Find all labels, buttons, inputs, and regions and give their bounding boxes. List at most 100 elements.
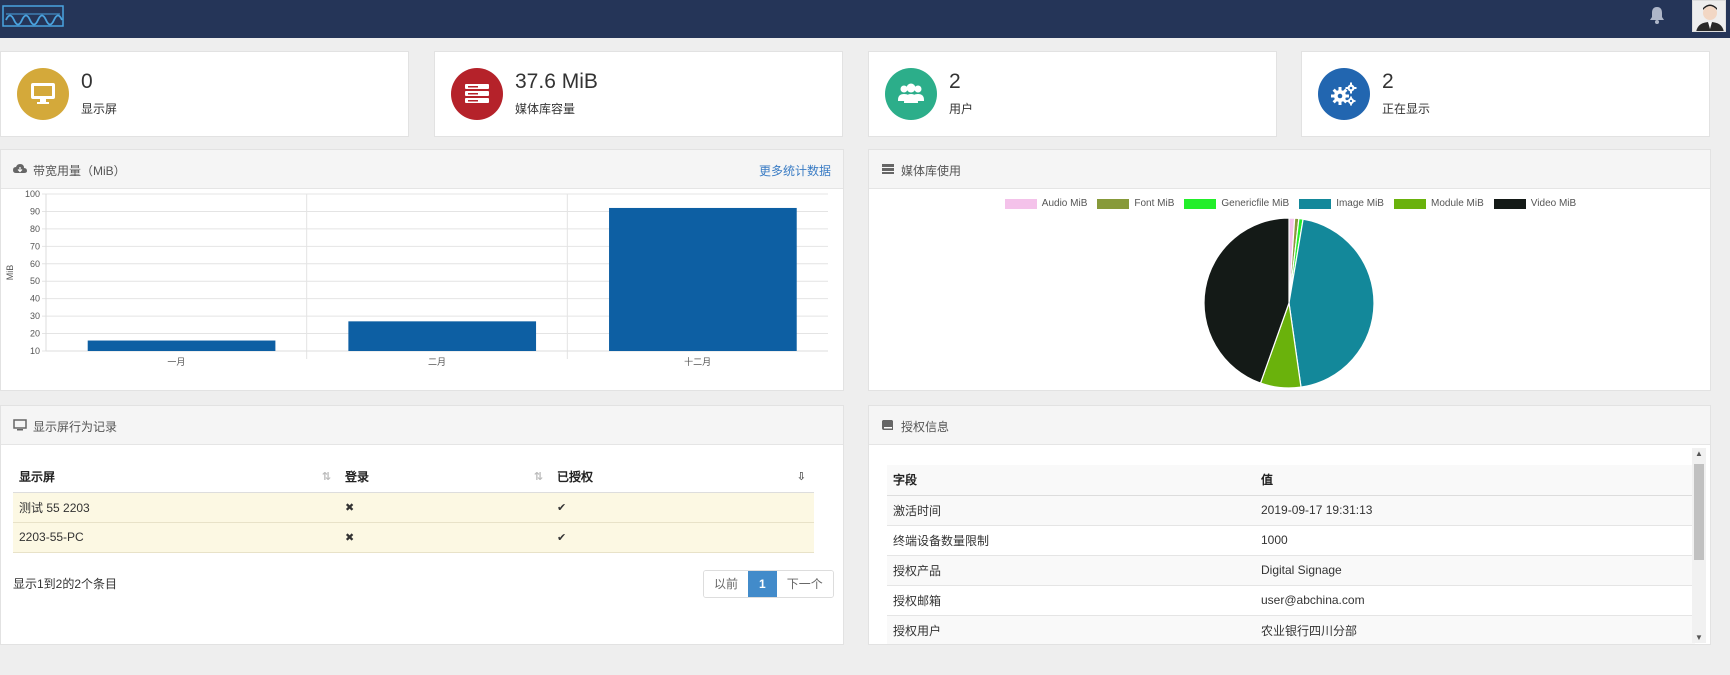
page-1-button[interactable]: 1 <box>748 571 777 597</box>
next-page-button[interactable]: 下一个 <box>776 571 833 597</box>
pagination: 以前 1 下一个 <box>703 570 834 598</box>
legend-item[interactable]: Module MiB <box>1393 198 1484 209</box>
bandwidth-bar-chart: 10 20 30 40 50 60 70 80 90 100 一月 二月 十二月 MiB <box>5 190 828 367</box>
legend-item[interactable]: Font MiB <box>1097 198 1174 209</box>
column-header: 值 <box>1261 473 1274 488</box>
value-cell: 2019-09-17 19:31:13 <box>1261 503 1373 517</box>
bar <box>348 321 537 351</box>
scroll-down-icon[interactable]: ▼ <box>1695 633 1703 642</box>
column-header[interactable]: 显示屏 ⇅ <box>13 462 339 492</box>
value-cell: 农业银行四川分部 <box>1261 623 1358 638</box>
table-header-row: 显示屏 ⇅ 登录 ⇅ 已授权 ⇩ <box>13 462 814 492</box>
legend-item[interactable]: Video MiB <box>1493 198 1577 209</box>
pie-slice <box>1288 218 1375 388</box>
legend-label: Module MiB <box>1430 198 1484 209</box>
bandwidth-panel: 带宽用量（MiB） 更多统计数据 10 20 30 40 50 60 70 80 90 100 一月… <box>0 149 844 391</box>
sort-icon[interactable]: ⇅ <box>534 470 543 483</box>
stat-card-media-size[interactable]: 37.6 MiB 媒体库容量 <box>434 51 843 137</box>
panel-title: 媒体库使用 <box>901 164 962 178</box>
panel-title: 授权信息 <box>901 420 950 434</box>
table-row[interactable]: 测试 55 2203 ✖ ✔ <box>13 492 814 522</box>
gears-icon <box>1331 82 1357 106</box>
bar <box>87 340 276 351</box>
stat-icon-circle <box>451 68 503 120</box>
more-stats-link[interactable]: 更多统计数据 <box>759 162 831 179</box>
license-scrollbar[interactable]: ▲ ▼ <box>1692 448 1706 643</box>
y-tick-label: 20 <box>30 329 40 339</box>
logged-in-cell: ✖ <box>345 531 355 544</box>
sort-icon[interactable]: ⇅ <box>322 470 331 483</box>
y-tick-label: 30 <box>30 311 40 321</box>
field-cell: 授权邮箱 <box>893 593 942 608</box>
bell-icon[interactable] <box>1648 5 1666 25</box>
legend-item[interactable]: Genericfile MiB <box>1184 198 1289 209</box>
legend-swatch <box>1393 198 1426 209</box>
authorized-cell: ✔ <box>557 531 567 544</box>
scroll-up-icon[interactable]: ▲ <box>1695 449 1703 458</box>
legend-swatch <box>1097 198 1130 209</box>
value-cell: 1000 <box>1261 533 1288 547</box>
monitor-icon <box>31 83 55 104</box>
y-tick-label: 80 <box>30 224 40 234</box>
server-icon <box>882 164 894 174</box>
users-icon <box>898 83 924 103</box>
panel-header: 带宽用量（MiB） 更多统计数据 <box>1 150 843 189</box>
panel-header: 媒体库使用 <box>869 150 1710 189</box>
column-header: 字段 <box>893 473 918 488</box>
scrollbar-thumb[interactable] <box>1694 464 1704 560</box>
legend-label: Genericfile MiB <box>1221 198 1290 209</box>
brand-logo[interactable] <box>2 3 64 29</box>
column-header[interactable]: 登录 ⇅ <box>339 462 551 492</box>
logged-in-cell: ✖ <box>345 501 355 514</box>
stat-label: 用户 <box>949 102 974 116</box>
legend-swatch <box>1493 198 1526 209</box>
legend-item[interactable]: Audio MiB <box>1004 198 1087 209</box>
column-header-label: 登录 <box>345 470 370 485</box>
column-header-label: 已授权 <box>557 470 594 485</box>
legend-swatch <box>1184 198 1217 209</box>
x-tick-label: 十二月 <box>684 356 711 367</box>
table-row: 授权产品 Digital Signage <box>887 555 1695 585</box>
bar <box>609 207 797 351</box>
field-cell: 终端设备数量限制 <box>893 533 990 548</box>
panel-header: 授权信息 <box>869 406 1710 445</box>
y-tick-label: 10 <box>30 346 40 356</box>
legend-item[interactable]: Image MiB <box>1299 198 1384 209</box>
stat-card-users[interactable]: 2 用户 <box>868 51 1277 137</box>
legend-label: Font MiB <box>1134 198 1175 209</box>
field-cell: 授权用户 <box>893 623 942 638</box>
column-header[interactable]: 已授权 ⇩ <box>551 462 814 492</box>
legend-swatch <box>1004 198 1037 209</box>
prev-page-button[interactable]: 以前 <box>704 571 749 597</box>
column-header-label: 显示屏 <box>19 470 56 485</box>
table-summary: 显示1到2的2个条目 <box>13 577 118 591</box>
table-header-row: 字段 值 <box>887 465 1695 495</box>
stat-icon-circle <box>1318 68 1370 120</box>
stat-label: 媒体库容量 <box>515 102 576 116</box>
value-cell: Digital Signage <box>1261 563 1342 577</box>
table-row: 授权用户 农业银行四川分部 <box>887 615 1695 644</box>
field-cell: 授权产品 <box>893 563 942 578</box>
x-tick-label: 一月 <box>167 357 185 367</box>
media-usage-pie-chart <box>1203 217 1375 389</box>
table-row: 终端设备数量限制 1000 <box>887 525 1695 555</box>
stat-label: 显示屏 <box>81 102 118 116</box>
license-panel: 授权信息 字段 值 激活时间 2019-09-17 19:31:13 终端设备数… <box>868 405 1711 645</box>
legend-label: Image MiB <box>1336 198 1384 209</box>
y-tick-label: 50 <box>30 276 40 286</box>
stat-card-displays[interactable]: 0 显示屏 <box>0 51 409 137</box>
panel-title: 显示屏行为记录 <box>33 420 118 434</box>
display-log-panel: 显示屏行为记录 显示屏 ⇅ 登录 ⇅ 已授权 ⇩ 测试 55 2203 ✖ ✔ 220… <box>0 405 844 645</box>
table-row[interactable]: 2203-55-PC ✖ ✔ <box>13 522 814 552</box>
book-icon <box>882 420 893 430</box>
stat-value: 0 <box>81 70 93 93</box>
display-log-table: 显示屏 ⇅ 登录 ⇅ 已授权 ⇩ 测试 55 2203 ✖ ✔ 2203-55-PC … <box>13 462 814 553</box>
stat-card-showing[interactable]: 2 正在显示 <box>1301 51 1710 137</box>
display-name-cell: 测试 55 2203 <box>19 500 90 515</box>
stat-icon-circle <box>885 68 937 120</box>
y-axis-label: MiB <box>5 265 15 281</box>
y-tick-label: 90 <box>30 206 40 216</box>
user-avatar[interactable] <box>1692 0 1726 32</box>
sort-desc-icon[interactable]: ⇩ <box>797 470 806 483</box>
legend-label: Video MiB <box>1530 198 1577 209</box>
